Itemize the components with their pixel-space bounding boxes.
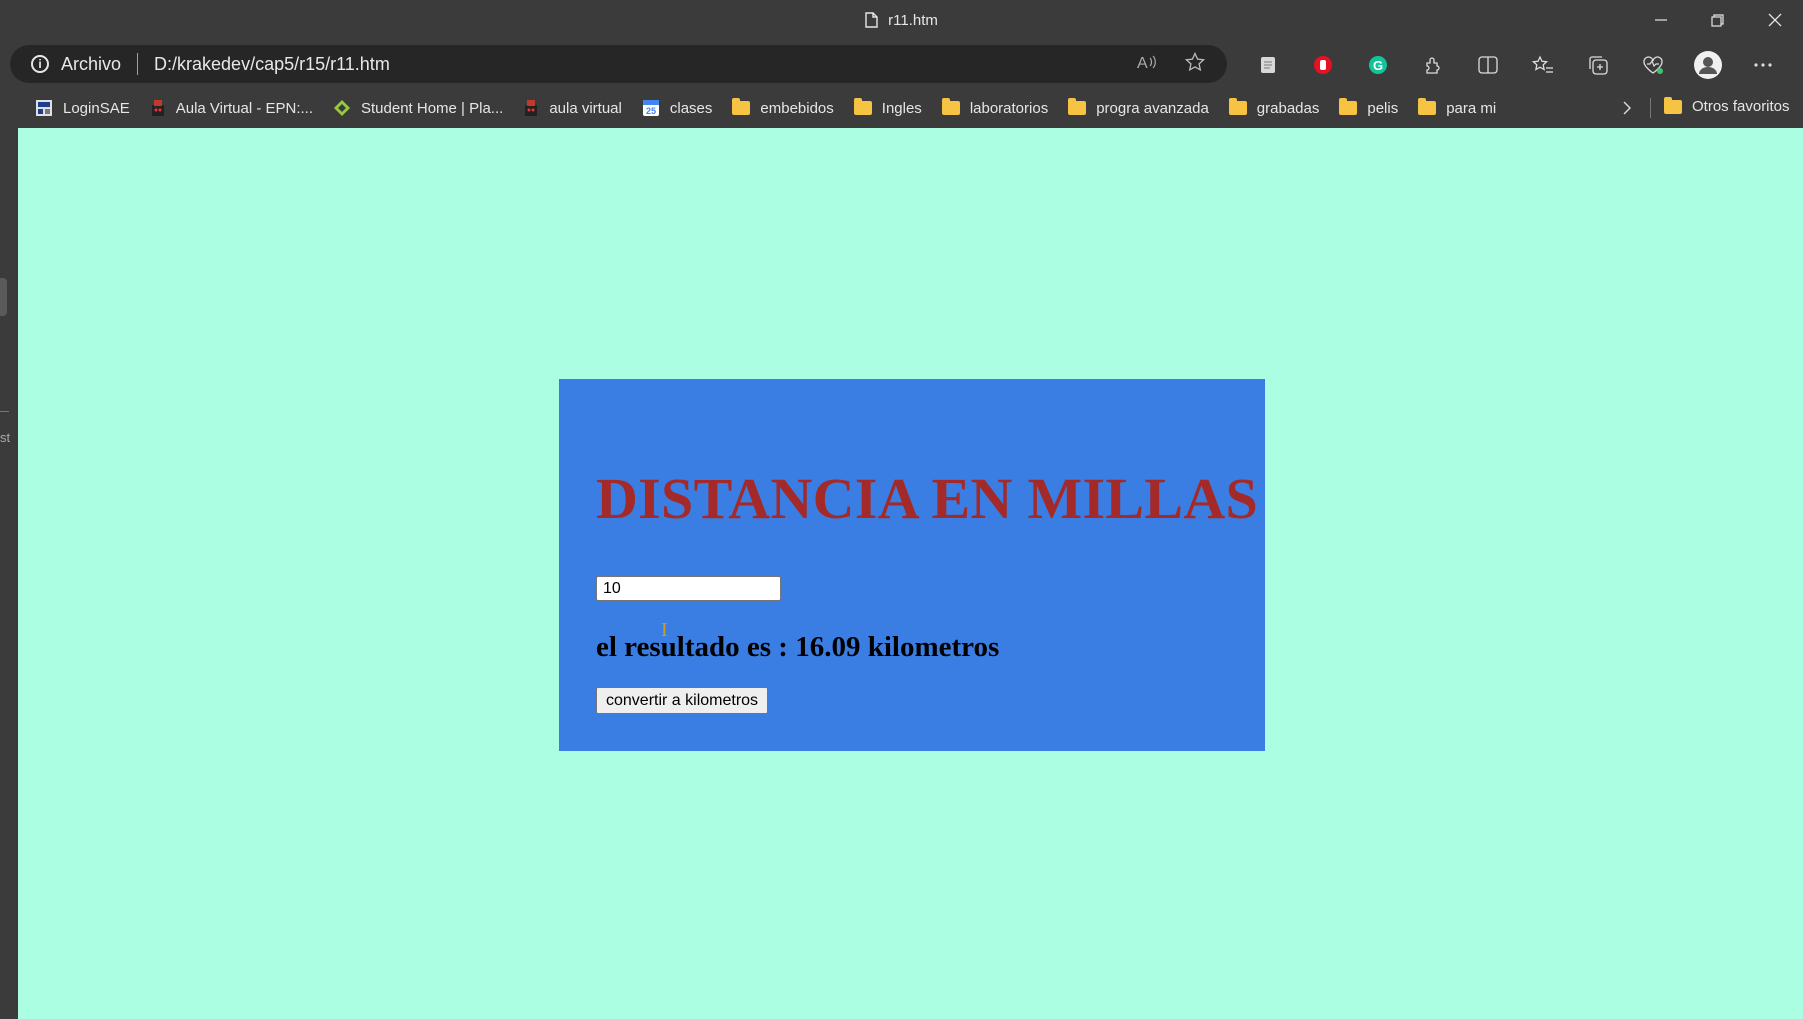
folder-icon (1664, 96, 1682, 114)
read-aloud-icon[interactable]: A (1137, 53, 1157, 76)
extensions-icon[interactable] (1405, 42, 1460, 88)
bookmarks-bar: LoginSAE Aula Virtual - EPN:... Student … (0, 88, 1803, 128)
svg-text:A: A (1137, 55, 1148, 71)
favorites-icon[interactable] (1515, 42, 1570, 88)
bookmark-label: grabadas (1256, 99, 1320, 117)
divider (0, 411, 9, 412)
page-heading: DISTANCIA EN MILLAS (596, 466, 1259, 531)
side-panel-edge: st (0, 128, 18, 1019)
bookmark-label: Student Home | Pla... (361, 99, 504, 117)
epn-icon (523, 99, 539, 117)
bookmark-label: Aula Virtual - EPN:... (175, 99, 313, 117)
bookmark-progra-avanzada[interactable]: progra avanzada (1068, 98, 1209, 117)
bookmark-label: pelis (1367, 99, 1399, 117)
document-reader-icon[interactable] (1240, 42, 1295, 88)
bookmark-aula-virtual-epn[interactable]: Aula Virtual - EPN:... (150, 99, 313, 117)
calendar-icon: 25 (642, 99, 660, 117)
folder-icon (941, 98, 960, 115)
stop-extension-icon[interactable] (1295, 42, 1350, 88)
clipped-text: st (0, 430, 11, 445)
window-title: r11.htm (0, 0, 1803, 40)
folder-icon (853, 98, 872, 115)
bookmark-label: LoginSAE (63, 99, 130, 117)
title-bar: r11.htm (0, 0, 1803, 40)
bookmark-label: aula virtual (549, 99, 622, 117)
minimize-button[interactable] (1632, 0, 1689, 40)
close-button[interactable] (1746, 0, 1803, 40)
bookmark-ingles[interactable]: Ingles (853, 98, 922, 117)
folder-icon (1228, 98, 1247, 115)
epn-icon (150, 99, 166, 117)
document-icon (865, 12, 878, 28)
bookmark-label: progra avanzada (1096, 99, 1209, 117)
profile-avatar-icon[interactable] (1680, 42, 1735, 88)
folder-icon (1339, 98, 1358, 115)
convert-button[interactable]: convertir a kilometros (596, 687, 769, 714)
folder-icon (1418, 98, 1437, 115)
converter-card: DISTANCIA EN MILLAS el resultado es : 16… (559, 379, 1265, 751)
favorite-star-icon[interactable] (1184, 51, 1206, 77)
restore-button[interactable] (1689, 0, 1746, 40)
bookmark-label: clases (669, 99, 713, 117)
separator (137, 53, 139, 75)
browser-essentials-icon[interactable] (1625, 42, 1680, 88)
text-cursor-icon: I (661, 619, 668, 641)
bookmark-aula-virtual[interactable]: aula virtual (523, 99, 622, 117)
split-screen-icon[interactable] (1460, 42, 1515, 88)
svg-text:G: G (1373, 58, 1383, 73)
bookmark-laboratorios[interactable]: laboratorios (941, 98, 1049, 117)
address-bar[interactable]: i Archivo D:/krakedev/cap5/r15/r11.htm A (10, 45, 1227, 83)
bookmark-label: para mi (1446, 99, 1497, 117)
window-title-text: r11.htm (888, 11, 938, 29)
chevron-right-icon[interactable] (1622, 100, 1632, 120)
folder-icon (1068, 98, 1087, 115)
bookmark-para-mi[interactable]: para mi (1418, 98, 1497, 117)
folder-icon (732, 98, 751, 115)
miles-input[interactable] (596, 576, 781, 601)
grammarly-icon[interactable]: G (1350, 42, 1405, 88)
bookmark-other-favorites[interactable]: Otros favoritos (1664, 96, 1790, 115)
bookmark-label: laboratorios (969, 99, 1049, 117)
bookmark-label: embebidos (760, 99, 834, 117)
bookmark-label: Otros favoritos (1692, 98, 1790, 115)
bookmark-grabadas[interactable]: grabadas (1228, 98, 1320, 117)
bookmark-student-home[interactable]: Student Home | Pla... (333, 99, 503, 117)
info-icon[interactable]: i (31, 55, 49, 73)
bookmarks-separator (1650, 98, 1651, 118)
side-panel-handle[interactable] (0, 278, 7, 316)
svg-text:25: 25 (646, 106, 656, 116)
loginsae-icon (35, 99, 53, 117)
bookmark-loginsae[interactable]: LoginSAE (35, 99, 130, 117)
result-text: el resultado es : 16.09 kilometros (596, 631, 1000, 663)
bookmark-embebidos[interactable]: embebidos (732, 98, 834, 117)
platzi-icon (333, 99, 351, 117)
address-row: i Archivo D:/krakedev/cap5/r15/r11.htm A… (0, 42, 1803, 88)
bookmark-clases[interactable]: 25 clases (642, 99, 713, 117)
page-viewport: DISTANCIA EN MILLAS el resultado es : 16… (18, 128, 1803, 1019)
bookmark-pelis[interactable]: pelis (1339, 98, 1399, 117)
collections-icon[interactable] (1570, 42, 1625, 88)
bookmark-label: Ingles (881, 99, 922, 117)
url-text[interactable]: D:/krakedev/cap5/r15/r11.htm (154, 54, 390, 75)
security-label[interactable]: Archivo (61, 54, 121, 75)
more-options-icon[interactable] (1735, 42, 1790, 88)
